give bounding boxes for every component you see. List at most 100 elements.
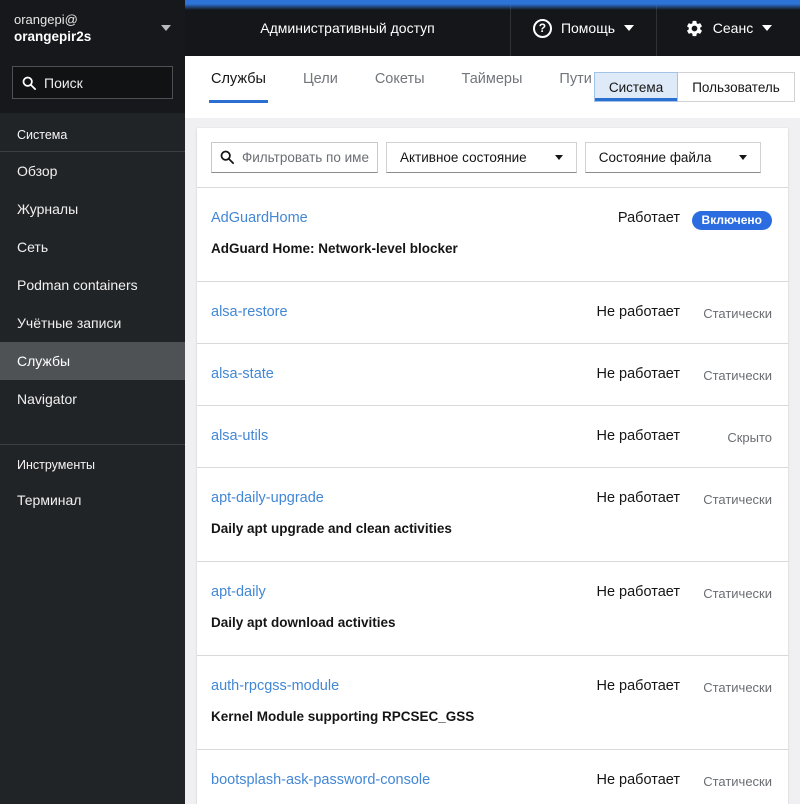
host-switcher[interactable]: orangepi@ orangepir2s [0, 0, 185, 56]
service-file-state: Статически [703, 492, 772, 507]
service-row: apt-daily Daily apt download activities Не… [197, 561, 788, 655]
owner-toggle-group: Система Пользователь [593, 72, 795, 102]
help-icon: ? [532, 18, 552, 38]
sidebar-item-navigator[interactable]: Navigator [0, 380, 185, 418]
tab-targets[interactable]: Цели [301, 56, 340, 103]
service-info: apt-daily Daily apt download activities [211, 582, 562, 635]
gear-icon [686, 20, 702, 36]
service-name-link[interactable]: bootsplash-ask-password-console [211, 770, 430, 790]
help-menu-button[interactable]: ? Помощь [532, 18, 635, 38]
service-info: apt-daily-upgrade Daily apt upgrade and c… [211, 488, 562, 541]
masthead-admin-section: Административный доступ [185, 0, 511, 56]
toggle-system-button[interactable]: Система [593, 72, 679, 102]
service-description: Kernel Module supporting RPCSEC_GSS [211, 709, 475, 724]
tab-paths[interactable]: Пути [557, 56, 593, 103]
service-states: Не работает Статически [562, 302, 772, 323]
service-row: alsa-state Не работает Статически [197, 343, 788, 405]
service-row: alsa-utils Не работает Скрыто [197, 405, 788, 467]
chevron-down-icon [624, 25, 635, 31]
sidebar-item-сеть[interactable]: Сеть [0, 228, 185, 266]
service-file-state: Статически [703, 774, 772, 789]
tab-timers[interactable]: Таймеры [460, 56, 525, 103]
service-description: Daily apt download activities [211, 615, 396, 630]
service-states: Не работает Статически [562, 676, 772, 697]
tabs-bar: Службы Цели Сокеты Таймеры Пути Система Польз… [185, 56, 800, 118]
sidebar-section-label: Инструменты [17, 458, 95, 472]
sidebar-item-службы[interactable]: Службы [0, 342, 185, 380]
search-icon [22, 76, 36, 90]
active-state-select[interactable]: Активное состояние [386, 142, 577, 173]
service-info: bootsplash-ask-password-console Dispatch … [211, 770, 562, 804]
chevron-down-icon [762, 25, 773, 31]
service-info: alsa-utils [211, 426, 562, 446]
enabled-badge: Включено [691, 211, 772, 230]
masthead-help-section: ? Помощь [511, 0, 657, 56]
session-menu-button[interactable]: Сеанс [685, 19, 773, 38]
service-name-link[interactable]: AdGuardHome [211, 208, 308, 228]
file-state-select-label: Состояние файла [598, 150, 712, 165]
filter-by-name-input[interactable] [211, 142, 378, 173]
service-row: AdGuardHome AdGuard Home: Network-level b… [197, 187, 788, 281]
service-info: alsa-state [211, 364, 562, 384]
service-name-link[interactable]: auth-rpcgss-module [211, 676, 339, 696]
services-list: AdGuardHome AdGuard Home: Network-level b… [197, 187, 788, 804]
service-active-state: Работает [617, 210, 680, 226]
host-label: orangepi@ orangepir2s [14, 11, 91, 45]
service-info: auth-rpcgss-module Kernel Module supporti… [211, 676, 562, 729]
tab-sockets[interactable]: Сокеты [373, 56, 427, 103]
host-user: orangepi@ [14, 12, 78, 27]
session-label: Сеанс [712, 20, 754, 36]
sidebar-item-терминал[interactable]: Терминал [0, 481, 185, 519]
sidebar-section-label: Система [17, 128, 68, 142]
filter-field [211, 142, 378, 173]
admin-access-label: Административный доступ [260, 20, 435, 36]
sidebar: orangepi@ orangepir2s Система ОбзорЖурнал… [0, 0, 185, 804]
service-name-link[interactable]: alsa-utils [211, 426, 268, 446]
service-name-link[interactable]: alsa-restore [211, 302, 288, 322]
chevron-down-icon [739, 155, 748, 160]
service-file-state: Включено [680, 209, 772, 230]
sidebar-item-журналы[interactable]: Журналы [0, 190, 185, 228]
service-states: Не работает Скрыто [562, 426, 772, 447]
toggle-user-button[interactable]: Пользователь [678, 72, 795, 102]
service-name-link[interactable]: apt-daily-upgrade [211, 488, 324, 508]
sidebar-item-podman-containers[interactable]: Podman containers [0, 266, 185, 304]
sidebar-item-обзор[interactable]: Обзор [0, 152, 185, 190]
file-state-select[interactable]: Состояние файла [584, 142, 762, 173]
unit-type-tabs: Службы Цели Сокеты Таймеры Пути [209, 56, 594, 103]
services-card: Активное состояние Состояние файла AdGua… [197, 128, 788, 804]
sidebar-top: orangepi@ orangepir2s [0, 0, 185, 113]
service-active-state: Не работает [596, 490, 680, 506]
tab-services[interactable]: Службы [209, 56, 268, 103]
sidebar-search-input[interactable] [44, 74, 163, 91]
service-states: Не работает Статически [562, 582, 772, 603]
sidebar-item-учётные-записи[interactable]: Учётные записи [0, 304, 185, 342]
service-description: AdGuard Home: Network-level blocker [211, 241, 458, 256]
masthead: Административный доступ ? Помощь Сеанс [185, 0, 800, 56]
service-file-state: Статически [703, 368, 772, 383]
service-active-state: Не работает [596, 366, 680, 382]
filter-toolbar: Активное состояние Состояние файла [197, 128, 788, 187]
sidebar-search[interactable] [12, 66, 173, 99]
service-active-state: Не работает [596, 304, 680, 320]
chevron-down-icon [161, 25, 171, 31]
service-states: Работает Включено [562, 208, 772, 230]
service-file-state: Статически [703, 306, 772, 321]
service-file-state: Скрыто [727, 430, 772, 445]
service-active-state: Не работает [596, 428, 680, 444]
service-description: Daily apt upgrade and clean activities [211, 521, 452, 536]
service-active-state: Не работает [596, 772, 680, 788]
admin-access-button[interactable]: Административный доступ [260, 20, 434, 36]
service-states: Не работает Статически [562, 770, 772, 791]
active-state-select-label: Активное состояние [400, 150, 527, 165]
search-icon [220, 150, 234, 164]
service-name-link[interactable]: apt-daily [211, 582, 266, 602]
service-row: auth-rpcgss-module Kernel Module supporti… [197, 655, 788, 749]
service-info: AdGuardHome AdGuard Home: Network-level b… [211, 208, 562, 261]
main-column: Административный доступ ? Помощь Сеанс С [185, 0, 800, 804]
service-file-state: Статически [703, 586, 772, 601]
sidebar-nav: Система Обзор Журналы Сеть Podman containers… [0, 113, 185, 519]
app-window: orangepi@ orangepir2s Система ОбзорЖурнал… [0, 0, 800, 804]
service-row: alsa-restore Не работает Статически [197, 281, 788, 343]
service-name-link[interactable]: alsa-state [211, 364, 274, 384]
